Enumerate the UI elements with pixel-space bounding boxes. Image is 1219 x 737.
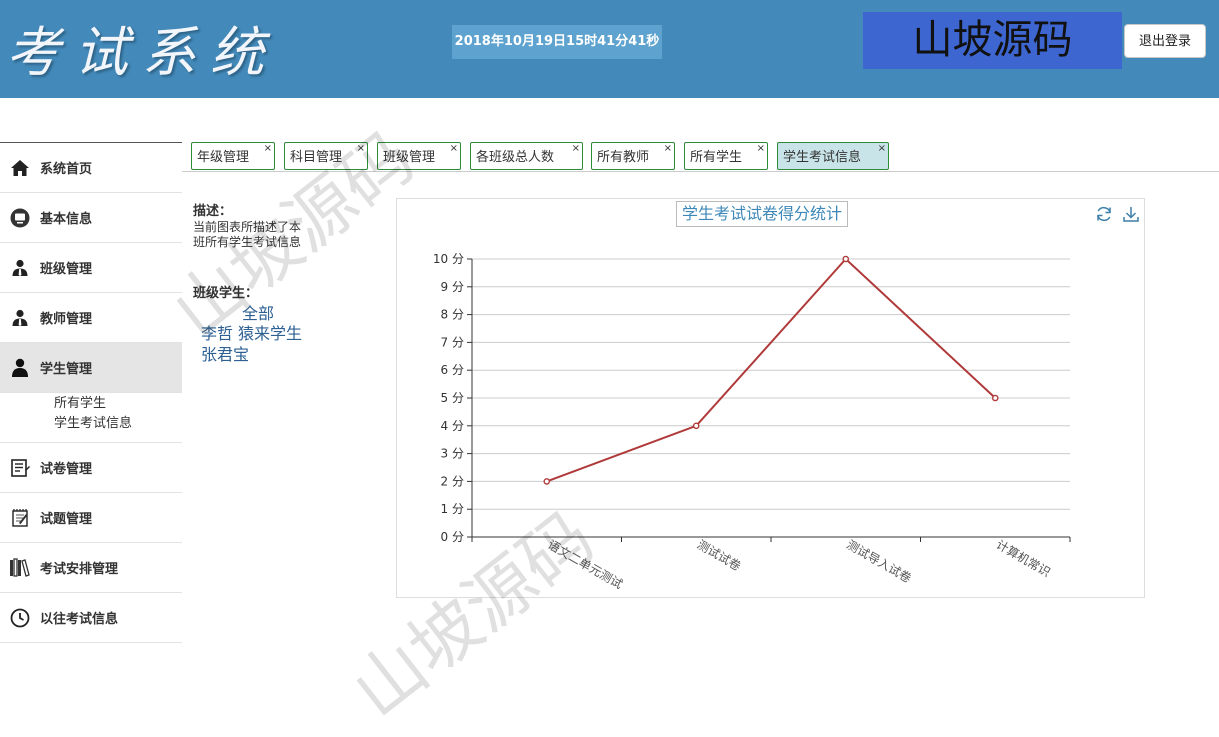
student-link[interactable]: 张君宝: [201, 341, 249, 365]
current-datetime: 2018年10月19日15时41分41秒: [452, 25, 662, 59]
x-tick-label: 语文二单元测试: [545, 537, 625, 592]
description-panel: 描述： 当前图表所描述了本班所有学生考试信息: [193, 200, 303, 250]
tab-all-teachers[interactable]: 所有教师 ×: [591, 142, 675, 170]
data-point: [842, 255, 850, 263]
sidebar-item-label: 试题管理: [40, 512, 93, 527]
close-icon[interactable]: ×: [450, 134, 458, 164]
y-tick-label: 10 分: [433, 252, 464, 266]
header-bar: 考试系统 2018年10月19日15时41分41秒 山坡源码 退出登录: [0, 0, 1219, 98]
x-tick-label: 计算机常识: [994, 537, 1053, 580]
data-point: [991, 394, 999, 402]
score-line-chart: 0 分 1 分 2 分 3 分 4 分 5 分 6 分 7 分 8 分 9 分 10 分语文二单元测…: [433, 252, 1071, 592]
sidebar-item-home[interactable]: 系统首页: [0, 143, 182, 193]
tab-student-exam-info[interactable]: 学生考试信息 ×: [777, 142, 889, 170]
sidebar-item-paper-management[interactable]: 试卷管理: [0, 443, 182, 493]
y-tick-label: 6 分: [441, 363, 464, 377]
sidebar-item-label: 试卷管理: [40, 462, 93, 477]
tab-label: 班级管理: [383, 150, 436, 165]
tab-label: 年级管理: [197, 150, 250, 165]
sidebar-item-label: 教师管理: [40, 312, 93, 327]
sidebar-item-label: 基本信息: [40, 212, 93, 227]
y-tick-label: 0 分: [441, 530, 464, 544]
y-tick-label: 1 分: [441, 502, 464, 516]
logout-button[interactable]: 退出登录: [1124, 24, 1206, 58]
data-point: [543, 478, 551, 485]
submenu-item-all-students[interactable]: 所有学生: [54, 394, 182, 414]
close-icon[interactable]: ×: [357, 134, 365, 164]
tab-label: 学生考试信息: [783, 150, 862, 165]
tab-grade-management[interactable]: 年级管理 ×: [191, 142, 275, 170]
close-icon[interactable]: ×: [572, 134, 580, 164]
student-submenu: 所有学生 学生考试信息: [0, 393, 182, 443]
y-tick-label: 4 分: [441, 419, 464, 433]
tab-class-headcount[interactable]: 各班级总人数 ×: [470, 142, 583, 170]
sidebar-item-class-management[interactable]: 班级管理: [0, 243, 182, 293]
close-icon[interactable]: ×: [878, 134, 886, 164]
description-heading: 描述：: [193, 204, 233, 219]
sidebar-item-past-exams[interactable]: 以往考试信息: [0, 593, 182, 643]
tab-subject-management[interactable]: 科目管理 ×: [284, 142, 368, 170]
home-icon: [9, 157, 31, 179]
sidebar-item-teacher-management[interactable]: 教师管理: [0, 293, 182, 343]
y-tick-label: 3 分: [441, 447, 464, 461]
tab-all-students[interactable]: 所有学生 ×: [684, 142, 768, 170]
sidebar-item-student-management[interactable]: 学生管理: [0, 343, 182, 393]
app-logo: 考试系统: [6, 21, 278, 84]
sidebar-item-label: 考试安排管理: [40, 562, 119, 577]
close-icon[interactable]: ×: [757, 134, 765, 164]
student-list: 班级学生：: [193, 282, 258, 301]
sidebar-item-exam-schedule[interactable]: 考试安排管理: [0, 543, 182, 593]
monitor-icon: [9, 207, 31, 229]
tab-label: 所有学生: [690, 150, 743, 165]
tab-label: 科目管理: [290, 150, 343, 165]
sidebar: 系统首页 基本信息 班级管理 教师管理 学生管理 所有学生 学生考试信息 试卷管…: [0, 143, 182, 643]
notepad-icon: [9, 507, 31, 529]
books-icon: [9, 557, 31, 579]
y-tick-label: 5 分: [441, 391, 464, 405]
tab-class-management[interactable]: 班级管理 ×: [377, 142, 461, 170]
user-tie-icon: [9, 257, 31, 279]
tab-divider: [182, 171, 1219, 172]
user-icon: [9, 357, 31, 379]
sidebar-item-label: 以往考试信息: [40, 612, 119, 627]
x-tick-label: 测试试卷: [695, 537, 744, 574]
y-tick-label: 9 分: [441, 280, 464, 294]
clock-icon: [9, 607, 31, 629]
close-icon[interactable]: ×: [264, 134, 272, 164]
sidebar-item-label: 班级管理: [40, 262, 93, 277]
data-point: [692, 422, 700, 430]
sidebar-item-basic-info[interactable]: 基本信息: [0, 193, 182, 243]
y-tick-label: 2 分: [441, 474, 464, 488]
sidebar-item-label: 系统首页: [40, 162, 93, 177]
x-tick-label: 测试导入试卷: [844, 537, 914, 586]
tab-label: 所有教师: [597, 150, 650, 165]
student-list-heading: 班级学生：: [193, 286, 259, 301]
document-icon: [9, 457, 31, 479]
close-icon[interactable]: ×: [664, 134, 672, 164]
y-tick-label: 7 分: [441, 335, 464, 349]
brand-banner: 山坡源码: [863, 12, 1122, 69]
submenu-item-student-exam-info[interactable]: 学生考试信息: [54, 414, 182, 434]
y-tick-label: 8 分: [441, 308, 464, 322]
sidebar-item-question-management[interactable]: 试题管理: [0, 493, 182, 543]
sidebar-item-label: 学生管理: [40, 362, 93, 377]
tab-label: 各班级总人数: [476, 150, 555, 165]
description-text: 当前图表所描述了本班所有学生考试信息: [193, 220, 302, 249]
user-tie-icon: [9, 307, 31, 329]
